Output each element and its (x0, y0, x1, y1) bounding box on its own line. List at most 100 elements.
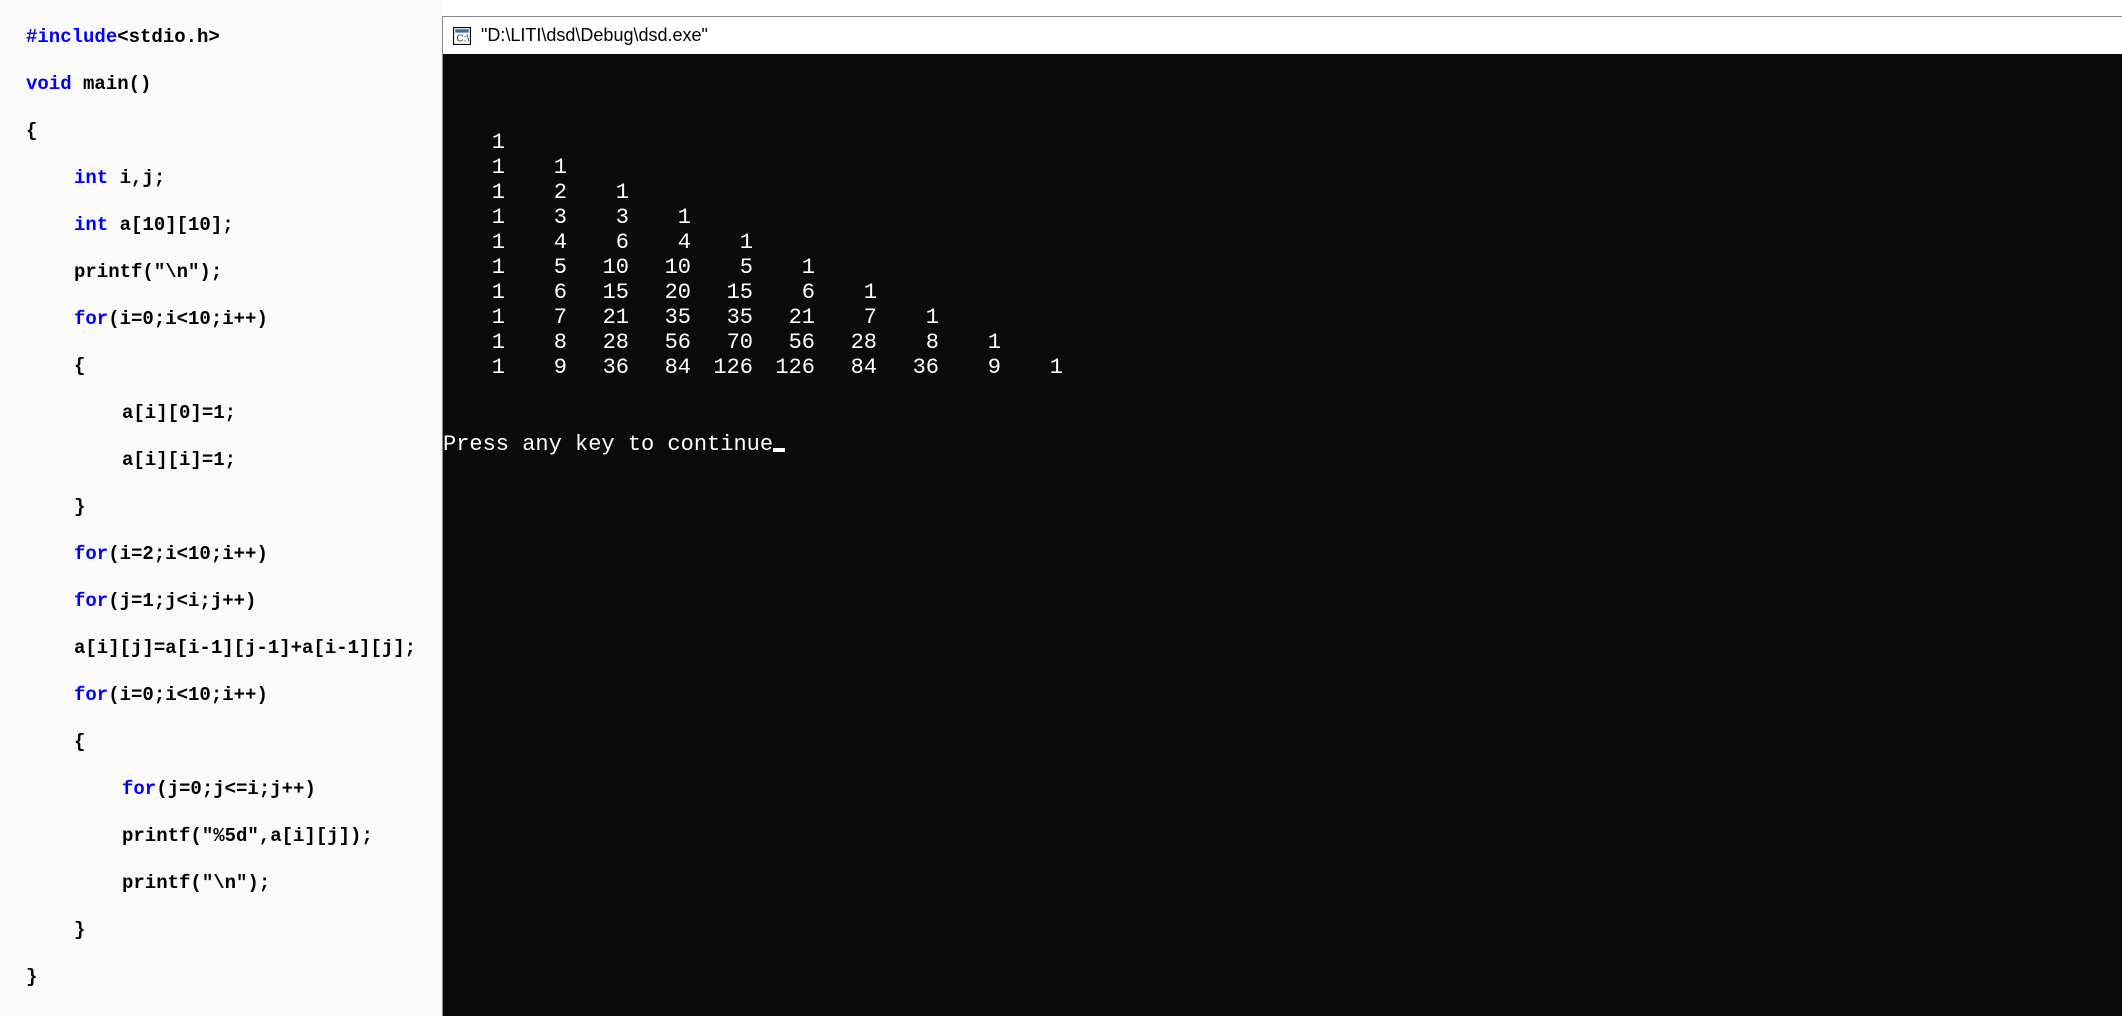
code-line: for(i=2;i<10;i++) (26, 543, 442, 567)
triangle-cell: 7 (815, 305, 877, 330)
code-text: (i=0;i<10;i++) (108, 308, 268, 330)
triangle-cell: 84 (629, 355, 691, 380)
keyword: for (74, 590, 108, 612)
triangle-cell: 6 (567, 230, 629, 255)
code-text: printf("\n"); (26, 872, 270, 896)
code-line: } (26, 919, 442, 943)
triangle-cell: 4 (629, 230, 691, 255)
triangle-cell: 8 (877, 330, 939, 355)
code-text: a[i][i]=1; (26, 449, 236, 473)
code-text: i,j; (108, 167, 165, 189)
triangle-row: 11 (443, 155, 2122, 180)
code-text: printf("%5d",a[i][j]); (26, 825, 373, 849)
console-title: "D:\LITI\dsd\Debug\dsd.exe" (481, 25, 708, 46)
code-line: int i,j; (26, 167, 442, 191)
code-line: void main() (26, 73, 442, 97)
triangle-cell: 1 (629, 205, 691, 230)
keyword: for (74, 543, 108, 565)
triangle-cell: 36 (877, 355, 939, 380)
keyword: int (74, 167, 108, 189)
triangle-cell: 1 (939, 330, 1001, 355)
triangle-cell: 4 (505, 230, 567, 255)
triangle-cell: 1 (443, 155, 505, 180)
triangle-cell: 1 (443, 305, 505, 330)
console-prompt-line: Press any key to continue (443, 432, 2122, 457)
code-text: main() (72, 73, 152, 95)
code-line: #include<stdio.h> (26, 26, 442, 50)
code-line: a[i][0]=1; (26, 402, 442, 426)
code-line: for(i=0;i<10;i++) (26, 308, 442, 332)
triangle-cell: 70 (691, 330, 753, 355)
triangle-row: 121 (443, 180, 2122, 205)
triangle-cell: 1 (1001, 355, 1063, 380)
triangle-cell: 56 (629, 330, 691, 355)
triangle-row: 14641 (443, 230, 2122, 255)
triangle-cell: 56 (753, 330, 815, 355)
triangle-cell: 1 (443, 330, 505, 355)
console-titlebar[interactable]: C:\ "D:\LITI\dsd\Debug\dsd.exe" (443, 17, 2122, 54)
triangle-cell: 126 (753, 355, 815, 380)
code-text: a[10][10]; (108, 214, 233, 236)
console-window[interactable]: C:\ "D:\LITI\dsd\Debug\dsd.exe" 11112113… (442, 16, 2122, 1016)
code-editor[interactable]: #include<stdio.h> void main() { int i,j;… (0, 0, 442, 1016)
triangle-cell: 9 (939, 355, 1001, 380)
code-text: } (26, 919, 85, 943)
triangle-cell: 15 (691, 280, 753, 305)
triangle-cell: 35 (691, 305, 753, 330)
triangle-cell: 35 (629, 305, 691, 330)
keyword: for (74, 308, 108, 330)
triangle-cell: 1 (443, 130, 505, 155)
app-icon: C:\ (453, 27, 471, 45)
code-line: { (26, 731, 442, 755)
code-text: a[i][0]=1; (26, 402, 236, 426)
triangle-row: 1331 (443, 205, 2122, 230)
code-line: { (26, 355, 442, 379)
keyword: void (26, 73, 72, 95)
code-text: <stdio.h> (117, 26, 220, 48)
triangle-cell: 6 (753, 280, 815, 305)
code-line: } (26, 966, 442, 990)
console-output[interactable]: 1111211331146411510105116152015611721353… (443, 54, 2122, 1016)
triangle-cell: 6 (505, 280, 567, 305)
triangle-cell: 3 (567, 205, 629, 230)
code-line: a[i][j]=a[i-1][j-1]+a[i-1][j]; (26, 637, 442, 661)
code-line: int a[10][10]; (26, 214, 442, 238)
triangle-cell: 84 (815, 355, 877, 380)
triangle-cell: 1 (443, 205, 505, 230)
triangle-row: 193684126126843691 (443, 355, 2122, 380)
code-line: a[i][i]=1; (26, 449, 442, 473)
code-line: printf("\n"); (26, 261, 442, 285)
triangle-cell: 9 (505, 355, 567, 380)
triangle-cell: 20 (629, 280, 691, 305)
triangle-row: 18285670562881 (443, 330, 2122, 355)
code-line: } (26, 496, 442, 520)
triangle-row: 1615201561 (443, 280, 2122, 305)
code-text: a[i][j]=a[i-1][j-1]+a[i-1][j]; (26, 637, 416, 661)
code-line: for(j=0;j<=i;j++) (26, 778, 442, 802)
code-text: } (26, 496, 85, 520)
cursor (773, 448, 785, 452)
code-line: for(j=1;j<i;j++) (26, 590, 442, 614)
keyword: for (74, 684, 108, 706)
triangle-cell: 1 (567, 180, 629, 205)
triangle-cell: 2 (505, 180, 567, 205)
code-line: printf("%5d",a[i][j]); (26, 825, 442, 849)
code-text: printf("\n"); (26, 261, 222, 285)
triangle-cell: 21 (567, 305, 629, 330)
triangle-cell: 5 (505, 255, 567, 280)
triangle-cell: 1 (443, 355, 505, 380)
triangle-cell: 1 (443, 230, 505, 255)
keyword: #include (26, 26, 117, 48)
code-line: for(i=0;i<10;i++) (26, 684, 442, 708)
code-line: { (26, 120, 442, 144)
triangle-cell: 1 (443, 255, 505, 280)
triangle-cell: 1 (443, 280, 505, 305)
triangle-cell: 3 (505, 205, 567, 230)
code-text: (j=0;j<=i;j++) (156, 778, 316, 800)
triangle-cell: 10 (629, 255, 691, 280)
triangle-cell: 1 (691, 230, 753, 255)
triangle-row: 1 (443, 130, 2122, 155)
triangle-cell: 10 (567, 255, 629, 280)
triangle-cell: 1 (815, 280, 877, 305)
triangle-cell: 1 (877, 305, 939, 330)
